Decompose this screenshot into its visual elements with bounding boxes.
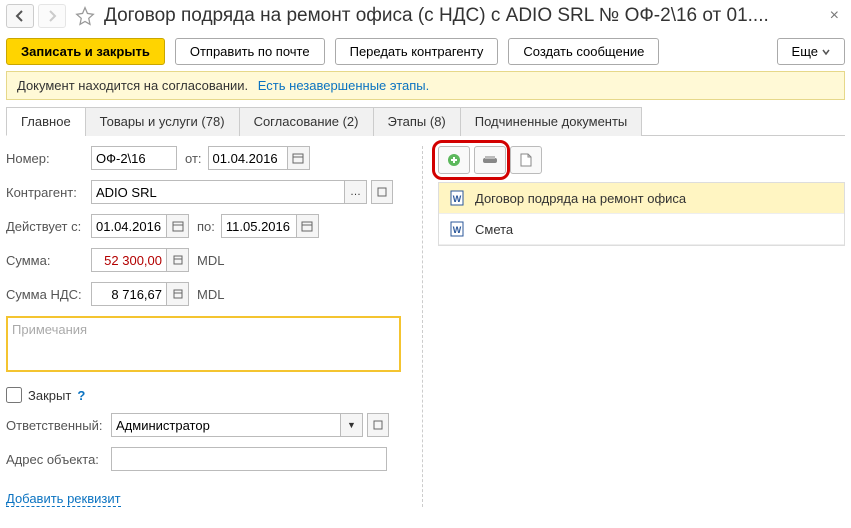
- counterparty-open-button[interactable]: [371, 180, 393, 204]
- closed-label: Закрыт: [28, 388, 71, 403]
- vat-input[interactable]: [91, 282, 167, 306]
- vat-calc-button[interactable]: [167, 282, 189, 306]
- vat-label: Сумма НДС:: [6, 287, 91, 302]
- counterparty-input[interactable]: [91, 180, 345, 204]
- sum-calc-button[interactable]: [167, 248, 189, 272]
- word-doc-icon: W: [449, 190, 465, 206]
- send-mail-button[interactable]: Отправить по почте: [175, 38, 325, 65]
- document-icon: [520, 153, 532, 167]
- file-name: Договор подряда на ремонт офиса: [475, 191, 686, 206]
- tab-subdocs[interactable]: Подчиненные документы: [460, 107, 643, 136]
- calculator-icon: [173, 289, 183, 299]
- open-icon: [373, 420, 383, 430]
- valid-to-input[interactable]: [221, 214, 297, 238]
- sum-currency: MDL: [197, 253, 224, 268]
- file-name: Смета: [475, 222, 513, 237]
- svg-text:W: W: [453, 225, 462, 235]
- sum-label: Сумма:: [6, 253, 91, 268]
- scan-button[interactable]: [474, 146, 506, 174]
- banner-hint[interactable]: Есть незавершенные этапы.: [258, 78, 429, 93]
- closed-help-icon[interactable]: ?: [77, 388, 85, 403]
- file-item[interactable]: W Договор подряда на ремонт офиса: [439, 183, 844, 214]
- file-item[interactable]: W Смета: [439, 214, 844, 245]
- sum-input[interactable]: [91, 248, 167, 272]
- notes-textarea[interactable]: [6, 316, 401, 372]
- counterparty-label: Контрагент:: [6, 185, 91, 200]
- word-doc-icon: W: [449, 221, 465, 237]
- open-icon: [377, 187, 387, 197]
- add-file-button[interactable]: [438, 146, 470, 174]
- banner-text: Документ находится на согласовании.: [17, 78, 248, 93]
- counterparty-select-button[interactable]: …: [345, 180, 367, 204]
- valid-from-label: Действует с:: [6, 219, 91, 234]
- favorite-star-icon[interactable]: [74, 5, 96, 27]
- nav-forward-button[interactable]: [38, 4, 66, 28]
- plus-icon: [446, 152, 462, 168]
- tab-goods[interactable]: Товары и услуги (78): [85, 107, 240, 136]
- attached-files-list: W Договор подряда на ремонт офиса W Смет…: [438, 182, 845, 246]
- calendar-icon: [172, 220, 184, 232]
- to-label: по:: [197, 219, 215, 234]
- svg-text:W: W: [453, 194, 462, 204]
- more-button[interactable]: Еще: [777, 38, 845, 65]
- address-label: Адрес объекта:: [6, 452, 111, 467]
- tab-approval[interactable]: Согласование (2): [239, 107, 374, 136]
- status-banner: Документ находится на согласовании. Есть…: [6, 71, 845, 100]
- more-label: Еще: [792, 44, 818, 59]
- save-close-button[interactable]: Записать и закрыть: [6, 38, 165, 65]
- chevron-down-icon: [822, 48, 830, 56]
- valid-from-picker-button[interactable]: [167, 214, 189, 238]
- date-from-input[interactable]: [208, 146, 288, 170]
- from-label: от:: [185, 151, 202, 166]
- number-input[interactable]: [91, 146, 177, 170]
- tab-main[interactable]: Главное: [6, 107, 86, 136]
- tab-stages[interactable]: Этапы (8): [373, 107, 461, 136]
- calendar-icon: [292, 152, 304, 164]
- responsible-input[interactable]: [111, 413, 341, 437]
- page-title: Договор подряда на ремонт офиса (с НДС) …: [104, 5, 820, 27]
- add-attribute-link[interactable]: Добавить реквизит: [6, 491, 121, 507]
- address-input[interactable]: [111, 447, 387, 471]
- calculator-icon: [173, 255, 183, 265]
- nav-back-button[interactable]: [6, 4, 34, 28]
- date-from-picker-button[interactable]: [288, 146, 310, 170]
- calendar-icon: [301, 220, 313, 232]
- responsible-open-button[interactable]: [367, 413, 389, 437]
- closed-checkbox[interactable]: [6, 387, 22, 403]
- responsible-dropdown-button[interactable]: ▼: [341, 413, 363, 437]
- create-message-button[interactable]: Создать сообщение: [508, 38, 659, 65]
- responsible-label: Ответственный:: [6, 418, 111, 433]
- valid-from-input[interactable]: [91, 214, 167, 238]
- vat-currency: MDL: [197, 287, 224, 302]
- column-divider: [422, 146, 432, 507]
- scanner-icon: [482, 155, 498, 165]
- send-counterparty-button[interactable]: Передать контрагенту: [335, 38, 499, 65]
- close-button[interactable]: ×: [824, 7, 845, 25]
- valid-to-picker-button[interactable]: [297, 214, 319, 238]
- number-label: Номер:: [6, 151, 91, 166]
- view-file-button[interactable]: [510, 146, 542, 174]
